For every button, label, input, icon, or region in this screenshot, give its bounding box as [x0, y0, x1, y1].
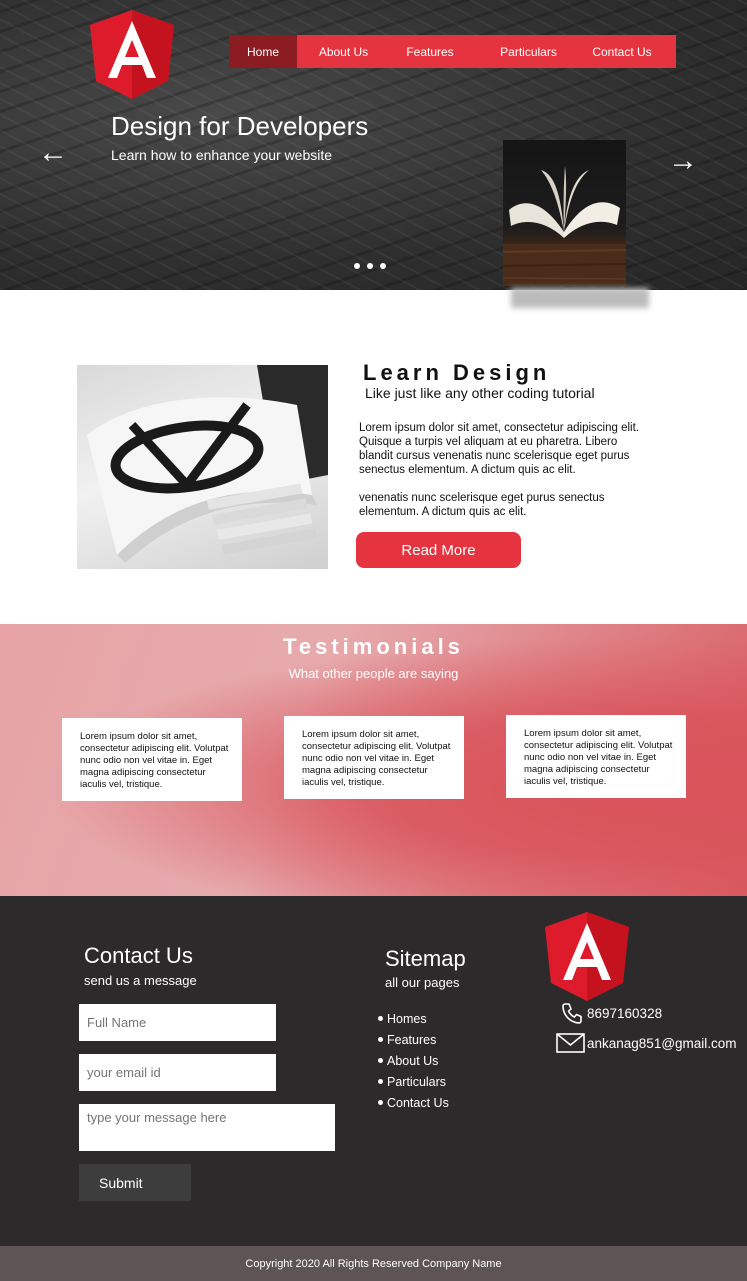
slider-dot-1[interactable] [354, 263, 360, 269]
testimonials-title: Testimonials [283, 634, 464, 659]
learn-title: Learn Design [363, 360, 551, 385]
bullet-icon [378, 1016, 383, 1021]
magazine-image [77, 365, 328, 569]
sitemap-item-label: Features [387, 1032, 437, 1047]
bullet-icon [378, 1037, 383, 1042]
sitemap-item-label: Particulars [387, 1074, 447, 1089]
sitemap-item-label: Homes [387, 1011, 427, 1026]
phone-icon [562, 1003, 582, 1024]
hero-book-image [502, 140, 627, 286]
sitemap-item-features[interactable]: Features [378, 1029, 449, 1050]
testimonials-section: Testimonials What other people are sayin… [0, 624, 747, 896]
testimonials-subtitle: What other people are saying [288, 666, 459, 681]
main-nav: Home About Us Features Particulars Conta… [229, 35, 676, 68]
contact-title: Contact Us [84, 943, 193, 968]
bullet-icon [378, 1079, 383, 1084]
email-field[interactable] [79, 1054, 276, 1091]
slider-dot-2[interactable] [367, 263, 373, 269]
hero-slider: Home About Us Features Particulars Conta… [0, 0, 747, 290]
sitemap-item-contact-us[interactable]: Contact Us [378, 1092, 449, 1113]
read-more-button[interactable]: Read More [356, 532, 521, 568]
copyright-text: Copyright 2020 All Rights Reserved Compa… [245, 1257, 502, 1270]
learn-paragraph-1: Lorem ipsum dolor sit amet, consectetur … [359, 422, 639, 476]
sitemap-item-label: Contact Us [387, 1095, 449, 1110]
bullet-icon [378, 1100, 383, 1105]
sitemap-subtitle: all our pages [385, 975, 460, 990]
bullet-icon [378, 1058, 383, 1063]
mail-icon [556, 1033, 585, 1053]
sitemap-item-particulars[interactable]: Particulars [378, 1071, 449, 1092]
phone-line: 8697160328 [560, 1001, 662, 1025]
message-field[interactable] [79, 1104, 335, 1151]
email-address[interactable]: ankanag851@gmail.com [587, 1036, 737, 1051]
email-line: ankanag851@gmail.com [556, 1033, 737, 1053]
nav-particulars[interactable]: Particulars [470, 35, 587, 68]
nav-home[interactable]: Home [229, 35, 297, 68]
full-name-field[interactable] [79, 1004, 276, 1041]
slider-dot-3[interactable] [380, 263, 386, 269]
nav-features[interactable]: Features [390, 35, 470, 68]
sitemap-item-homes[interactable]: Homes [378, 1008, 449, 1029]
copyright-bar: Copyright 2020 All Rights Reserved Compa… [0, 1246, 747, 1281]
learn-subtitle: Like just like any other coding tutorial [365, 385, 595, 401]
learn-paragraph-2: venenatis nunc scelerisque eget purus se… [359, 492, 605, 518]
nav-contact-us[interactable]: Contact Us [587, 35, 657, 68]
sitemap-list: Homes Features About Us Particulars Cont… [378, 1008, 449, 1113]
footer: Contact Us send us a message Submit Site… [0, 896, 747, 1246]
angular-logo-icon[interactable] [90, 10, 174, 99]
testimonial-card-3: Lorem ipsum dolor sit amet, consectetur … [506, 715, 686, 798]
submit-button[interactable]: Submit [79, 1164, 191, 1201]
slider-dots [354, 263, 386, 269]
sitemap-item-label: About Us [387, 1053, 439, 1068]
sitemap-title: Sitemap [385, 946, 466, 971]
contact-subtitle: send us a message [84, 973, 197, 988]
hero-title: Design for Developers [111, 111, 369, 141]
testimonial-card-1: Lorem ipsum dolor sit amet, consectetur … [62, 718, 242, 801]
nav-about-us[interactable]: About Us [297, 35, 390, 68]
arrow-left-icon[interactable]: ← [38, 138, 68, 168]
sitemap-item-about-us[interactable]: About Us [378, 1050, 449, 1071]
arrow-right-icon[interactable]: → [668, 146, 698, 176]
phone-number[interactable]: 8697160328 [587, 1006, 662, 1021]
hero-subtitle: Learn how to enhance your website [111, 147, 333, 163]
angular-logo-icon [545, 912, 629, 1001]
testimonial-card-2: Lorem ipsum dolor sit amet, consectetur … [284, 716, 464, 799]
hero-image-shadow [511, 288, 649, 308]
